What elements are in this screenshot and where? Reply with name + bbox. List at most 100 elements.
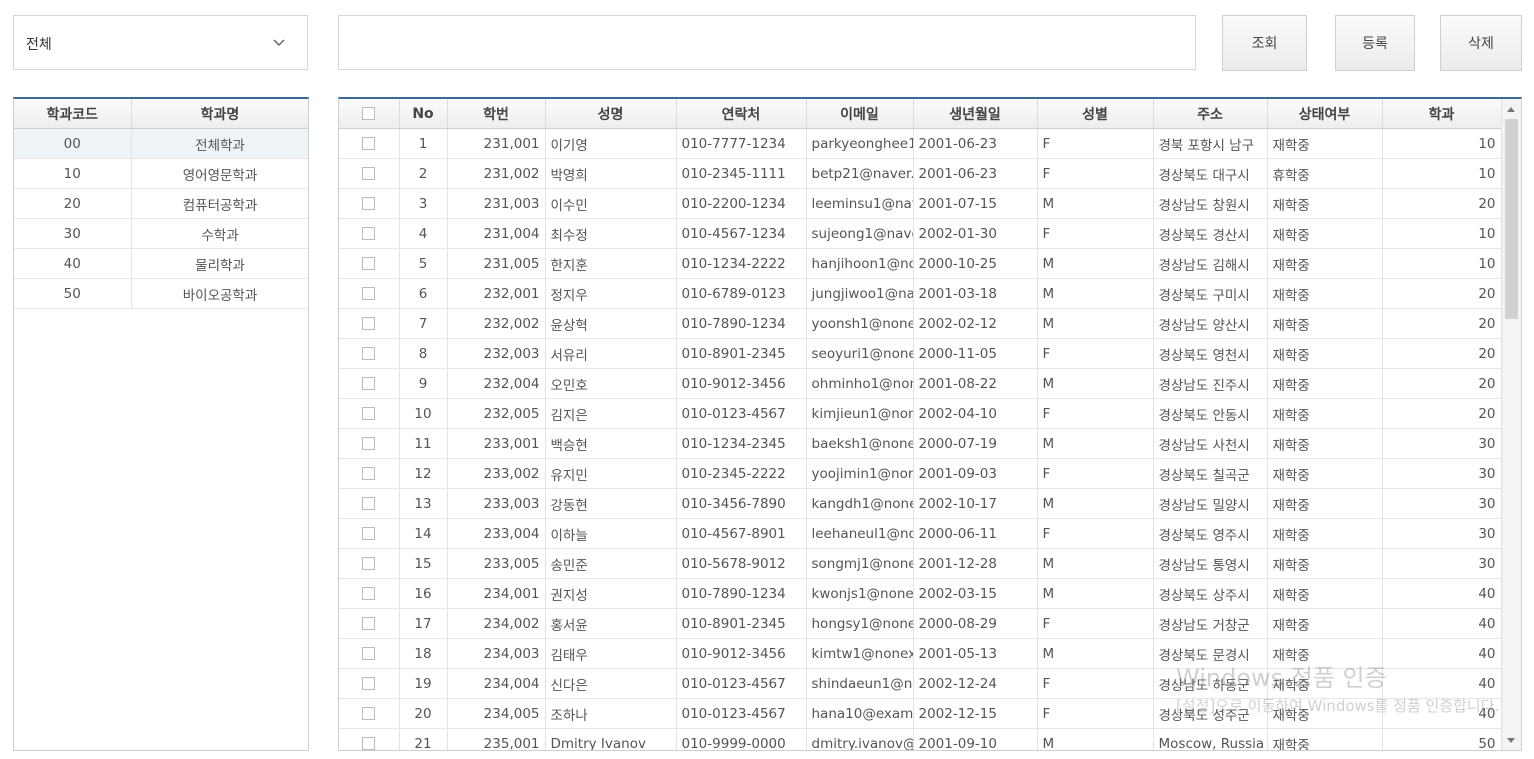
column-header-birthdate[interactable]: 생년월일 <box>913 99 1038 129</box>
row-checkbox-cell[interactable] <box>339 308 400 339</box>
table-row[interactable]: 20 컴퓨터공학과 <box>14 188 308 219</box>
table-row[interactable]: 50 바이오공학과 <box>14 278 308 309</box>
row-checkbox-cell[interactable] <box>339 638 400 669</box>
row-checkbox[interactable] <box>362 377 376 390</box>
table-row[interactable]: 6 232,001 정지우 010-6789-0123 jungjiwoo1@nav 20… <box>339 278 1502 309</box>
row-checkbox[interactable] <box>362 707 376 720</box>
row-checkbox[interactable] <box>362 557 376 570</box>
row-checkbox[interactable] <box>362 497 376 510</box>
row-checkbox[interactable] <box>362 347 376 360</box>
scrollbar-thumb[interactable] <box>1505 119 1518 319</box>
table-row[interactable]: 40 물리학과 <box>14 248 308 279</box>
search-input[interactable] <box>338 15 1196 70</box>
table-row[interactable]: 2 231,002 박영희 010-2345-1111 betp21@naver.c 20… <box>339 158 1502 189</box>
row-checkbox-cell[interactable] <box>339 248 400 279</box>
row-checkbox[interactable] <box>362 137 376 150</box>
row-checkbox-cell[interactable] <box>339 338 400 369</box>
row-number-cell: 14 <box>399 518 448 549</box>
column-header-status[interactable]: 상태여부 <box>1267 99 1383 129</box>
table-row[interactable]: 10232,005김지은010-0123-4567kimjieun1@none2… <box>339 398 1502 429</box>
scroll-down-arrow-icon[interactable] <box>1507 738 1515 743</box>
column-header-dept-code[interactable]: 학과코드 <box>14 99 132 129</box>
column-header-gender[interactable]: 성별 <box>1037 99 1154 129</box>
table-row[interactable]: 9 232,004 오민호 010-9012-3456 ohminho1@non 2001… <box>339 368 1502 399</box>
row-checkbox-cell[interactable] <box>339 608 400 639</box>
table-row[interactable]: 00 전체학과 <box>14 128 308 159</box>
phone-cell: 010-7777-1234 <box>676 128 807 159</box>
row-checkbox[interactable] <box>362 197 376 210</box>
table-row[interactable]: 11 233,001 백승현 010-1234-2345 baeksh1@none 200… <box>339 428 1502 459</box>
table-row[interactable]: 7 232,002 윤상혁 010-7890-1234 yoonsh1@none 2002… <box>339 308 1502 339</box>
row-checkbox-cell[interactable] <box>339 188 400 219</box>
table-row[interactable]: 13 233,003 강동현 010-3456-7890 kangdh1@none 200… <box>339 488 1502 519</box>
table-row[interactable]: 14 233,004 이하늘 010-4567-8901 leehaneul1@no 20… <box>339 518 1502 549</box>
row-checkbox-cell[interactable] <box>339 578 400 609</box>
row-checkbox-cell[interactable] <box>339 668 400 699</box>
row-checkbox-cell[interactable] <box>339 698 400 729</box>
student-name-cell: Dmitry Ivanov <box>545 728 677 750</box>
register-button[interactable]: 등록 <box>1335 15 1415 71</box>
vertical-scrollbar[interactable] <box>1501 99 1521 750</box>
select-all-checkbox-header[interactable] <box>339 99 400 129</box>
table-row[interactable]: 17 234,002 홍서윤 010-8901-2345 hongsy1@none 200… <box>339 608 1502 639</box>
row-checkbox-cell[interactable] <box>339 218 400 249</box>
row-checkbox[interactable] <box>362 587 376 600</box>
student-name-cell: 이기영 <box>545 128 677 159</box>
table-row[interactable]: 15 233,005 송민준 010-5678-9012 songmj1@none 200… <box>339 548 1502 579</box>
query-button[interactable]: 조회 <box>1222 15 1307 71</box>
row-checkbox-cell[interactable] <box>339 398 400 429</box>
table-row[interactable]: 19 234,004 신다은 010-0123-4567 shindaeun1@no 20… <box>339 668 1502 699</box>
table-row[interactable]: 8 232,003 서유리 010-8901-2345 seoyuri1@none 200… <box>339 338 1502 369</box>
table-row[interactable]: 3 231,003 이수민 010-2200-1234 leeminsu1@nav 200… <box>339 188 1502 219</box>
table-row[interactable]: 18 234,003 김태우 010-9012-3456 kimtw1@nonexi 20… <box>339 638 1502 669</box>
row-checkbox-cell[interactable] <box>339 548 400 579</box>
row-checkbox-cell[interactable] <box>339 158 400 189</box>
column-header-student-id[interactable]: 학번 <box>447 99 546 129</box>
row-checkbox[interactable] <box>362 617 376 630</box>
row-checkbox[interactable] <box>362 287 376 300</box>
department-filter-dropdown[interactable]: 전체 <box>13 15 308 70</box>
column-header-address[interactable]: 주소 <box>1153 99 1268 129</box>
scroll-up-arrow-icon[interactable] <box>1507 107 1515 112</box>
table-row[interactable]: 20 234,005 조하나 010-0123-4567 hana10@examp 200… <box>339 698 1502 729</box>
row-checkbox[interactable] <box>362 467 376 480</box>
table-row[interactable]: 21 235,001 Dmitry Ivanov 010-9999-0000 dmitr… <box>339 728 1502 750</box>
column-header-department[interactable]: 학과 <box>1382 99 1502 129</box>
column-header-email[interactable]: 이메일 <box>806 99 914 129</box>
table-row[interactable]: 4 231,004 최수정 010-4567-1234 sujeong1@nave 200… <box>339 218 1502 249</box>
table-row[interactable]: 10 영어영문학과 <box>14 158 308 189</box>
row-checkbox[interactable] <box>362 317 376 330</box>
row-checkbox[interactable] <box>362 527 376 540</box>
select-all-checkbox[interactable] <box>362 107 376 120</box>
row-checkbox[interactable] <box>362 737 376 750</box>
row-checkbox-cell[interactable] <box>339 518 400 549</box>
row-checkbox-cell[interactable] <box>339 428 400 459</box>
column-header-phone[interactable]: 연락처 <box>676 99 807 129</box>
column-header-dept-name[interactable]: 학과명 <box>131 99 308 129</box>
delete-button[interactable]: 삭제 <box>1440 15 1522 71</box>
column-header-name[interactable]: 성명 <box>545 99 677 129</box>
column-header-no[interactable]: No <box>399 99 448 129</box>
row-checkbox[interactable] <box>362 437 376 450</box>
row-checkbox-cell[interactable] <box>339 128 400 159</box>
row-checkbox[interactable] <box>362 257 376 270</box>
student-name-cell: 유지민 <box>545 458 677 489</box>
student-id-cell: 234,003 <box>447 638 546 669</box>
row-checkbox[interactable] <box>362 677 376 690</box>
row-checkbox[interactable] <box>362 167 376 180</box>
row-checkbox-cell[interactable] <box>339 728 400 750</box>
row-checkbox-cell[interactable] <box>339 458 400 489</box>
row-checkbox-cell[interactable] <box>339 368 400 399</box>
row-checkbox[interactable] <box>362 227 376 240</box>
row-checkbox[interactable] <box>362 647 376 660</box>
row-checkbox[interactable] <box>362 407 376 420</box>
row-checkbox-cell[interactable] <box>339 488 400 519</box>
table-row[interactable]: 1 231,001 이기영 010-7777-1234 parkyeonghee1 200… <box>339 128 1502 159</box>
gender-cell: M <box>1037 578 1154 609</box>
gender-cell: F <box>1037 128 1154 159</box>
table-row[interactable]: 16 234,001 권지성 010-7890-1234 kwonjs1@none 200… <box>339 578 1502 609</box>
table-row[interactable]: 12 233,002 유지민 010-2345-2222 yoojimin1@non 20… <box>339 458 1502 489</box>
table-row[interactable]: 5 231,005 한지훈 010-1234-2222 hanjihoon1@no 200… <box>339 248 1502 279</box>
row-checkbox-cell[interactable] <box>339 278 400 309</box>
table-row[interactable]: 30 수학과 <box>14 218 308 249</box>
